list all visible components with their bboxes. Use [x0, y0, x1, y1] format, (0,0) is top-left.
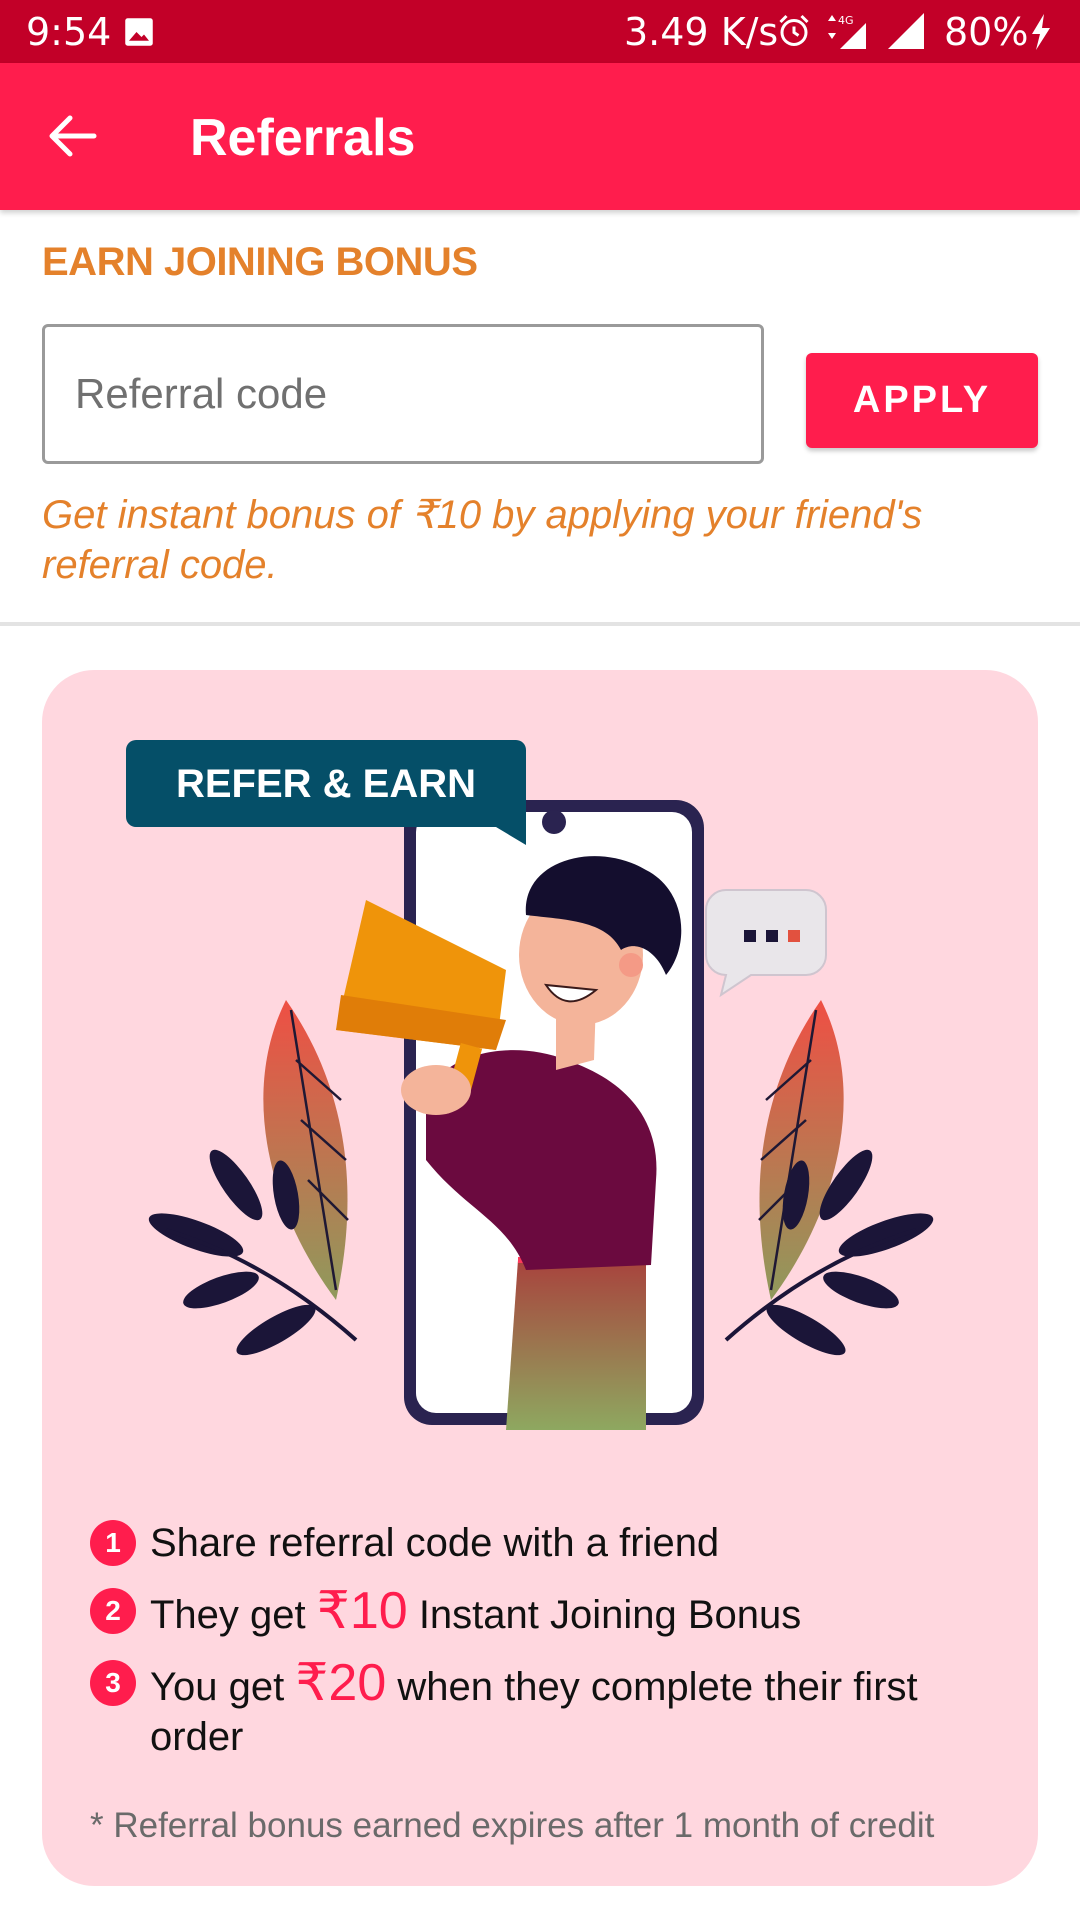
- step-amount: ₹10: [316, 1582, 408, 1640]
- step-number: 1: [90, 1520, 136, 1566]
- step-text: You get ₹20 when they complete their fir…: [150, 1654, 918, 1759]
- data-arrows-icon: 4G: [828, 14, 866, 49]
- step-text: They get ₹10 Instant Joining Bonus: [150, 1582, 802, 1640]
- apply-button[interactable]: APPLY: [806, 353, 1038, 448]
- step-1: 1 Share referral code with a friend: [90, 1518, 1010, 1568]
- referral-steps: 1 Share referral code with a friend 2 Th…: [90, 1518, 1010, 1780]
- refer-illustration: REFER & EARN: [126, 740, 934, 1430]
- step-2: 2 They get ₹10 Instant Joining Bonus: [90, 1582, 1010, 1640]
- arrow-left-icon[interactable]: [46, 113, 98, 159]
- step-amount: ₹20: [295, 1654, 387, 1712]
- app-bar: Referrals: [0, 63, 1080, 210]
- image-icon: [125, 18, 153, 46]
- leaf-left: [263, 1000, 349, 1300]
- chat-bubble-icon: [705, 889, 827, 998]
- section-title: EARN JOINING BONUS: [42, 240, 478, 284]
- step-number: 2: [90, 1588, 136, 1634]
- expiry-note: * Referral bonus earned expires after 1 …: [90, 1806, 935, 1845]
- step-number: 3: [90, 1660, 136, 1706]
- step-text: Share referral code with a friend: [150, 1521, 720, 1565]
- alarm-icon: [779, 14, 809, 46]
- svg-text:4G: 4G: [838, 14, 854, 27]
- bonus-hint-text: Get instant bonus of ₹10 by applying you…: [42, 493, 923, 587]
- battery-level: 80%: [944, 10, 1029, 54]
- badge-label: REFER & EARN: [176, 762, 476, 806]
- status-time: 9:54: [26, 10, 112, 54]
- status-bar: 9:54 3.49 K/s 4G 80%: [0, 0, 1080, 63]
- page-title: Referrals: [190, 109, 416, 167]
- signal-icon: [888, 13, 924, 49]
- charging-bolt-icon: [1032, 14, 1050, 50]
- network-speed: 3.49 K/s: [624, 10, 779, 54]
- section-divider: [0, 622, 1080, 626]
- leaf-right: [758, 1000, 844, 1300]
- referral-code-input[interactable]: [42, 324, 764, 464]
- step-3: 3 You get ₹20 when they complete their f…: [90, 1654, 1010, 1762]
